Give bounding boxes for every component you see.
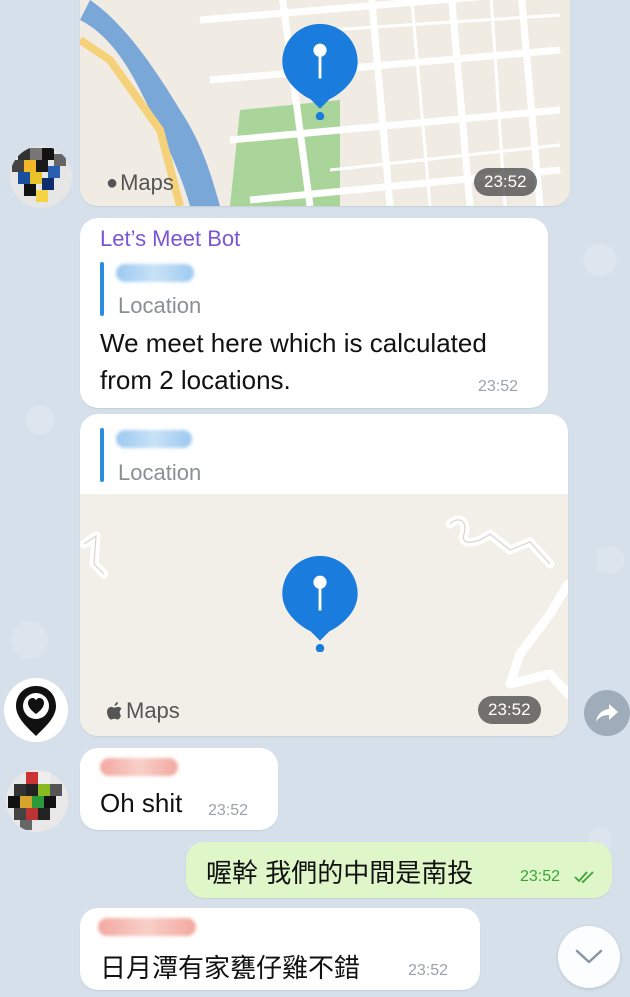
message-text-line-1: We meet here which is calculated bbox=[100, 328, 487, 358]
message-text: 日月潭有家甕仔雞不錯 bbox=[100, 953, 361, 983]
message-time: 23:52 bbox=[408, 962, 449, 979]
sender-name[interactable]: Let’s Meet Bot bbox=[100, 226, 240, 252]
apple-logo-icon bbox=[107, 702, 122, 720]
incoming-message[interactable]: 日月潭有家甕仔雞不錯 23:52 bbox=[80, 908, 480, 990]
location-pin-icon bbox=[282, 555, 358, 652]
quote-label: Location bbox=[118, 293, 202, 318]
quote-bar bbox=[100, 262, 104, 316]
forward-button[interactable] bbox=[584, 690, 630, 736]
message-time: 23:52 bbox=[478, 696, 541, 724]
message-text: 喔幹 我們的中間是南投 bbox=[206, 858, 474, 888]
message-text: Oh shit bbox=[100, 788, 183, 818]
message-time: 23:52 bbox=[478, 378, 519, 395]
avatar[interactable] bbox=[6, 770, 68, 832]
message-time: 23:52 bbox=[474, 168, 537, 196]
quote-bar bbox=[100, 428, 104, 482]
double-check-icon bbox=[574, 871, 594, 884]
avatar-image bbox=[12, 148, 66, 202]
incoming-message[interactable]: Oh shit 23:52 bbox=[80, 748, 278, 830]
map-preview[interactable]: Maps 23:52 bbox=[80, 494, 568, 736]
apple-logo-icon: ● bbox=[106, 171, 119, 194]
message-time: 23:52 bbox=[208, 802, 249, 819]
sender-name bbox=[98, 918, 196, 936]
map-message-top[interactable]: ● Maps 23:52 bbox=[80, 0, 570, 206]
map-preview[interactable]: ● Maps 23:52 bbox=[80, 0, 570, 206]
bot-avatar[interactable] bbox=[4, 678, 68, 742]
message-text-line-2: from 2 locations. bbox=[100, 365, 291, 395]
bot-location-message[interactable]: Location Maps 23:52 bbox=[80, 414, 568, 736]
maps-logo: Maps bbox=[106, 698, 180, 724]
sender-name bbox=[100, 758, 178, 776]
outgoing-message[interactable]: 喔幹 我們的中間是南投 23:52 bbox=[186, 842, 612, 898]
share-forward-icon bbox=[596, 704, 618, 722]
quoted-sender-name bbox=[116, 430, 192, 448]
maps-logo: ● Maps bbox=[106, 170, 174, 195]
location-pin-icon bbox=[282, 23, 358, 120]
scroll-to-bottom-button[interactable] bbox=[558, 926, 620, 988]
message-time: 23:52 bbox=[520, 868, 561, 885]
heart-pin-icon bbox=[16, 686, 56, 736]
bot-text-message[interactable]: Let’s Meet Bot Location We meet here whi… bbox=[80, 218, 548, 408]
avatar[interactable] bbox=[10, 146, 72, 208]
chevron-down-icon bbox=[575, 949, 603, 964]
quoted-sender-name bbox=[116, 264, 194, 282]
quote-label: Location bbox=[118, 460, 202, 485]
avatar-image bbox=[8, 772, 62, 830]
